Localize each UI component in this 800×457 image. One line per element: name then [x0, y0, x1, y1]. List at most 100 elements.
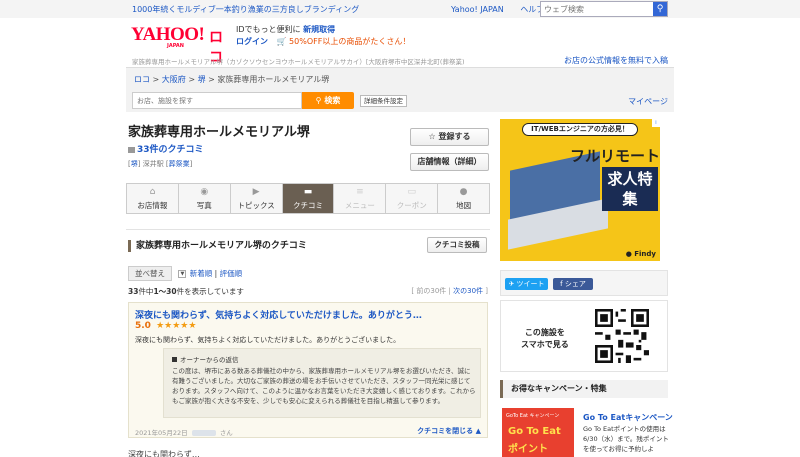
review-rating: 5.0 ★★★★★	[135, 321, 196, 331]
review-pager: [ 前の30件 | 次の30件 ]	[411, 287, 488, 295]
ad-info-icon[interactable]: i	[652, 119, 660, 127]
breadcrumb-search-band: ロコ > 大阪府 > 堺 > 家族葬専用ホールメモリアル堺 ⚲ 検索 詳細条件設…	[126, 67, 674, 112]
owner-reply-text: この度は、堺市にある数ある葬儀社の中から、家族葬専用ホールメモリアル堺をお選びい…	[172, 367, 476, 405]
share-label: シェア	[564, 280, 586, 288]
tab-label: トピックス	[237, 201, 275, 210]
campaign-section-header: お得なキャンペーン・特集	[500, 380, 668, 398]
yahoo-loco-logo[interactable]: YAHOO! JAPAN ロコ	[131, 24, 223, 66]
facebook-share-button[interactable]: f シェア	[553, 278, 593, 290]
search-button-label: 検索	[324, 96, 341, 105]
web-search-box: ⚲	[540, 1, 668, 17]
count-range: 1〜30	[153, 287, 177, 296]
review-count-label: 33件のクチコミ	[137, 145, 204, 155]
breadcrumb-current: 家族葬専用ホールメモリアル堺	[217, 75, 330, 84]
yahoo-japan-link[interactable]: Yahoo! JAPAN	[451, 5, 504, 14]
next-page-link[interactable]: 次の30件	[453, 287, 483, 295]
rating-value: 5.0	[135, 321, 151, 331]
tag-category[interactable]: 葬祭業	[169, 160, 190, 168]
breadcrumb: ロコ > 大阪府 > 堺 > 家族葬専用ホールメモリアル堺	[134, 74, 329, 85]
tab-label: お店情報	[137, 201, 168, 210]
mobile-view-text: この施設を スマホで見る	[521, 327, 569, 351]
review-count-link[interactable]: 33件のクチコミ	[128, 142, 204, 155]
shop-tabs: ⌂ お店情報 ◉ 写真 ▶ トピックス ▬ クチコミ ≡ メニュー ▭ クーポン…	[126, 183, 490, 214]
login-link[interactable]: ログイン	[236, 37, 268, 46]
banner-small-text: GoTo Eat キャンペーン	[506, 413, 560, 419]
camera-icon: ◉	[200, 187, 209, 197]
count-text: 件中	[138, 287, 154, 296]
register-id-link[interactable]: 新規取得	[303, 25, 335, 34]
web-search-input[interactable]	[541, 2, 651, 16]
user-suffix: さん	[219, 429, 233, 437]
tag-area[interactable]: 堺	[131, 160, 138, 168]
owner-reply-header: オーナーからの返信	[172, 354, 239, 364]
ad-big-text: 求人特集	[602, 167, 658, 211]
logo-yahoo-text: YAHOO!	[131, 24, 205, 45]
count-text: 件を表示しています	[176, 287, 244, 296]
reviews-section-title: 家族葬専用ホールメモリアル堺のクチコミ	[128, 240, 307, 252]
findy-logo-icon: ●	[625, 250, 635, 258]
star-rating-icon: ★★★★★	[156, 321, 197, 331]
count-total: 33	[128, 287, 139, 296]
review-title-link[interactable]: 深夜にも関わらず、気持ちよく対応していただけました。ありがとう…	[135, 308, 422, 321]
shop-search-button[interactable]: ⚲ 検索	[302, 92, 354, 109]
goto-eat-banner[interactable]: GoTo Eat キャンペーン Go To Eat ポイント	[502, 408, 574, 457]
shop-search-input[interactable]	[133, 93, 298, 108]
cart-promo-link[interactable]: 🛒 50%OFF以上の商品がたくさん！	[277, 37, 411, 46]
sort-rating-link[interactable]: 評価順	[220, 269, 243, 278]
close-review-link[interactable]: クチコミを閉じる ▲	[417, 426, 481, 436]
tab-reviews[interactable]: ▬ クチコミ	[282, 184, 335, 213]
tab-topics[interactable]: ▶ トピックス	[231, 184, 283, 213]
tab-photos[interactable]: ◉ 写真	[179, 184, 231, 213]
ad-badge: IT/WEBエンジニアの方必見！	[522, 123, 638, 136]
shop-address-line: 家族葬専用ホールメモリアル堺（カゾクソウセンヨウホールメモリアルサカイ）[大阪府…	[132, 58, 465, 66]
header-account-area: IDでもっと便利に 新規取得 ログイン 🛒 50%OFF以上の商品がたくさん！	[236, 24, 410, 48]
post-review-button[interactable]: クチコミ投稿	[427, 237, 487, 253]
comment-icon	[128, 146, 135, 153]
mypage-link[interactable]: マイページ	[628, 96, 668, 107]
sort-newest-link[interactable]: 新着順	[190, 269, 213, 278]
tab-label: メニュー	[344, 201, 375, 210]
mobile-text: この施設を スマホで見る	[521, 328, 569, 349]
review-body: 深夜にも関わらず、気持ちよく対応していただけました。ありがとうございました。	[135, 336, 401, 344]
shop-icon: ⌂	[149, 187, 156, 197]
breadcrumb-loco[interactable]: ロコ	[134, 75, 150, 84]
owner-reply-label: オーナーからの返信	[180, 356, 239, 364]
shop-title: 家族葬専用ホールメモリアル堺	[128, 125, 310, 140]
shop-search-box	[132, 92, 302, 109]
detail-conditions-button[interactable]: 詳細条件設定	[360, 95, 407, 107]
banner-title-text: Go To Eat	[508, 426, 561, 437]
breadcrumb-sep: >	[152, 75, 160, 84]
tab-map[interactable]: ● 地図	[438, 184, 489, 213]
top-promo-link[interactable]: 1000年続くモルディブ一本釣り漁業の三方良しブランディング	[132, 4, 359, 15]
search-icon: ⚲	[656, 4, 664, 14]
shop-info-button[interactable]: 店舗情報（詳細）	[410, 153, 489, 171]
logo-japan-text: JAPAN	[167, 43, 184, 49]
register-shop-button[interactable]: ☆ 登録する	[410, 128, 489, 146]
tab-shop-info[interactable]: ⌂ お店情報	[127, 184, 179, 213]
official-info-link[interactable]: お店の公式情報を無料で入稿	[564, 55, 668, 66]
review-count-summary: 33件中1〜30件を表示しています	[128, 286, 244, 297]
divider	[126, 229, 490, 230]
dropdown-icon: ▼	[178, 270, 187, 278]
web-search-button[interactable]: ⚲	[653, 2, 667, 16]
review-meta: 2021年05月22日 さん	[135, 427, 233, 437]
job-ad-banner[interactable]: i IT/WEBエンジニアの方必見！ フルリモート 求人特集 ● Findy	[500, 119, 660, 261]
megaphone-icon: ▶	[252, 187, 260, 197]
sort-label: 並べ替え	[128, 266, 172, 281]
map-pin-icon: ●	[459, 187, 468, 197]
qr-code-icon	[595, 309, 649, 363]
breadcrumb-sakai[interactable]: 堺	[198, 75, 206, 84]
comment-icon: ▬	[303, 187, 313, 197]
share-bar: ✈ ツイート f シェア	[500, 270, 668, 296]
id-promo-text: IDでもっと便利に	[236, 25, 301, 34]
breadcrumb-osaka[interactable]: 大阪府	[162, 75, 186, 84]
prev-page-label: 前の30件	[416, 287, 447, 295]
mobile-qr-box: この施設を スマホで見る	[500, 300, 668, 372]
coupon-icon: ▭	[407, 187, 416, 197]
campaign-title-link[interactable]: Go To Eatキャンペーン	[583, 412, 673, 423]
blurred-username	[191, 430, 216, 436]
tag-station: 深井駅	[142, 160, 164, 168]
next-review-preview: 深夜にも関わらず…	[128, 450, 200, 457]
tweet-button[interactable]: ✈ ツイート	[505, 278, 548, 290]
tab-menu: ≡ メニュー	[334, 184, 387, 213]
